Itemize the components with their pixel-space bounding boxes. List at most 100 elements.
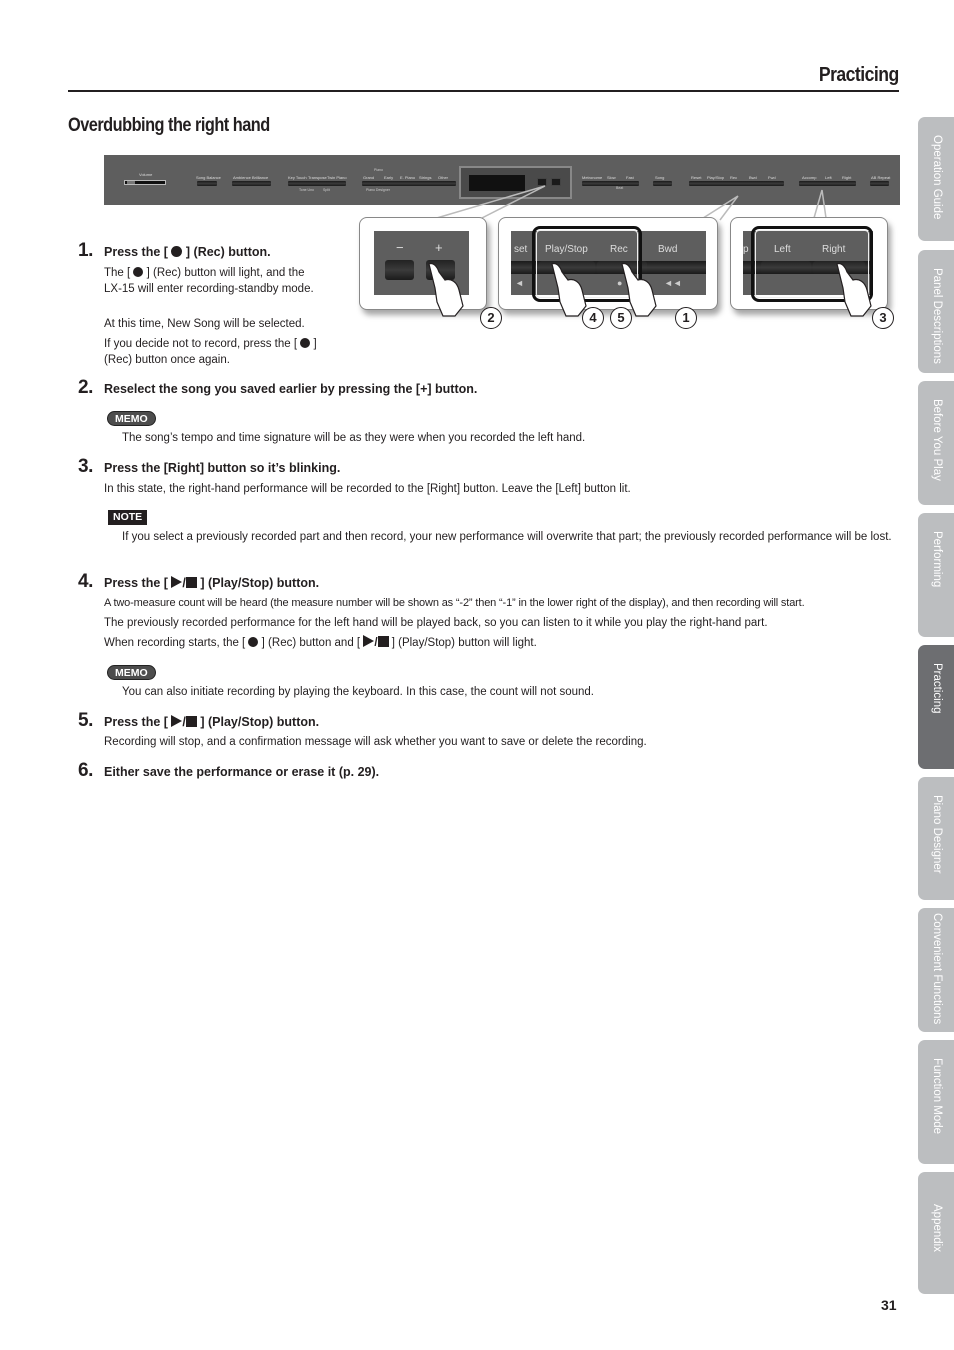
memo-text: You can also initiate recording by playi… — [122, 686, 595, 698]
side-tab-label: Performing — [930, 531, 943, 588]
side-tab-label: Panel Descriptions — [930, 268, 943, 364]
stop-icon — [377, 636, 389, 647]
step-marker-1: 1 — [675, 307, 697, 329]
side-tab-convenient-functions[interactable]: Convenient Functions — [918, 908, 954, 1032]
step-marker-5: 5 — [610, 307, 632, 329]
panel-label-ab-repeat: AB Repeat — [871, 175, 891, 180]
step-heading: Press the [Right] button so it’s blinkin… — [104, 461, 341, 475]
step-heading: Press the [ / ] (Play/Stop) button. — [104, 715, 319, 729]
step-body: When recording starts, the [ ] (Rec) but… — [104, 635, 537, 651]
side-tab-performing[interactable]: Performing — [918, 513, 954, 637]
side-tab-operation-guide[interactable]: Operation Guide — [918, 117, 954, 241]
panel-label-piano-group: Piano — [374, 168, 383, 172]
panel-label-tone-uno: Tone Uno — [299, 188, 314, 192]
side-tab-label: Function Mode — [930, 1058, 943, 1135]
side-tab-appendix[interactable]: Appendix — [918, 1172, 954, 1294]
note-text: If you select a previously recorded part… — [122, 531, 892, 543]
memo-badge: MEMO — [107, 411, 156, 426]
step-heading-text: ] (Play/Stop) button. — [200, 576, 320, 590]
volume-knob — [127, 181, 135, 184]
panel-label-play-stop: Play/Stop — [707, 175, 725, 180]
callout-box-transport: set Play/Stop Rec Bwd ◄ ►/■ ● ◄◄ — [498, 217, 718, 310]
callout-reset-symbol: ◄ — [515, 278, 524, 288]
rec-icon — [171, 246, 183, 257]
step-number: 5. — [78, 710, 93, 731]
body-text: The [ — [104, 267, 131, 279]
volume-slider — [124, 180, 166, 185]
panel-label-slow: Slow — [607, 175, 616, 180]
callout-label-plus: + — [435, 240, 443, 255]
panel-button-parts — [799, 181, 856, 186]
panel-button-keytouch-group — [288, 181, 346, 186]
step-body: If you decide not to record, press the [… — [104, 336, 334, 368]
panel-label-ambience: Ambience — [233, 175, 251, 180]
panel-label-e-piano: E. Piano — [400, 175, 416, 180]
panel-label-volume: Volume — [139, 172, 153, 177]
page-number: 31 — [881, 1297, 897, 1313]
panel-label-strings: Strings — [419, 175, 432, 180]
panel-label-split: Split — [323, 188, 330, 192]
body-text: ] (Play/Stop) button will light. — [391, 637, 537, 649]
panel-label-transpose: Transpose — [308, 175, 327, 180]
panel-button-ambience-brilliance — [232, 181, 271, 186]
step-number: 3. — [78, 456, 93, 477]
play-icon — [363, 635, 375, 647]
note-badge: NOTE — [108, 510, 148, 525]
panel-label-metronome: Metronome — [582, 175, 603, 180]
pointing-hand-icon — [551, 262, 587, 317]
step-body: The [ ] (Rec) button will light, and the… — [104, 265, 324, 297]
body-text: If you decide not to record, press the [ — [104, 338, 298, 350]
side-tab-panel-descriptions[interactable]: Panel Descriptions — [918, 250, 954, 373]
step-heading-text: ] (Play/Stop) button. — [200, 715, 320, 729]
panel-label-left: Left — [825, 175, 832, 180]
side-tab-before-you-play[interactable]: Before You Play — [918, 381, 954, 505]
panel-label-piano-designer: Piano Designer — [366, 188, 390, 192]
panel-label-fwd: Fwd — [768, 175, 776, 180]
body-text: ] (Rec) button and [ — [261, 637, 361, 649]
section-header: Practicing — [68, 62, 900, 92]
side-tab-label: Operation Guide — [930, 135, 943, 220]
panel-button-transport — [689, 181, 784, 186]
panel-label-rec: Rec — [730, 175, 738, 180]
panel-label-song: Song — [655, 175, 665, 180]
panel-label-other: Other — [438, 175, 449, 180]
panel-button-song — [653, 181, 672, 186]
stop-icon — [185, 716, 197, 727]
callout-box-song-select: − + — [359, 217, 487, 310]
step-number: 2. — [78, 377, 93, 398]
panel-label-beat: Beat — [616, 186, 624, 190]
play-icon — [171, 576, 183, 588]
panel-button-tones — [362, 181, 456, 186]
side-tab-practicing[interactable]: Practicing — [918, 645, 954, 769]
panel-button-metronome-group — [582, 181, 639, 186]
panel-label-key-touch: Key Touch — [288, 175, 307, 180]
rec-icon — [248, 637, 259, 647]
panel-label-accomp: Accomp — [802, 175, 817, 180]
step-number: 1. — [78, 240, 93, 261]
rec-icon — [133, 267, 144, 277]
step-heading-text: Press the [ — [104, 715, 168, 729]
panel-button-ab-repeat — [870, 181, 889, 186]
side-tab-function-mode[interactable]: Function Mode — [918, 1040, 954, 1164]
panel-label-brilliance: Brilliance — [252, 175, 269, 180]
step-heading-text: Press the [ — [104, 245, 168, 259]
side-tab-label: Convenient Functions — [930, 913, 943, 1025]
rec-icon — [300, 338, 311, 348]
step-marker-2: 2 — [480, 307, 502, 329]
step-heading: Either save the performance or erase it … — [104, 765, 380, 779]
step-marker-3: 3 — [872, 307, 894, 329]
step-body: The previously recorded performance for … — [104, 617, 768, 629]
side-tab-label: Before You Play — [930, 399, 943, 481]
play-icon — [171, 715, 183, 727]
step-number: 6. — [78, 760, 93, 781]
step-heading: Reselect the song you saved earlier by p… — [104, 382, 478, 396]
side-tab-piano-designer[interactable]: Piano Designer — [918, 777, 954, 900]
panel-display-frame — [459, 166, 572, 199]
memo-badge: MEMO — [107, 665, 156, 680]
panel-minus-button — [537, 178, 547, 186]
minus-button[interactable] — [385, 260, 414, 280]
body-text: When recording starts, the [ — [104, 637, 246, 649]
callout-label-accomp: p — [743, 244, 749, 255]
callout-label-minus: − — [396, 240, 404, 255]
callout-label-bwd: Bwd — [658, 244, 678, 255]
